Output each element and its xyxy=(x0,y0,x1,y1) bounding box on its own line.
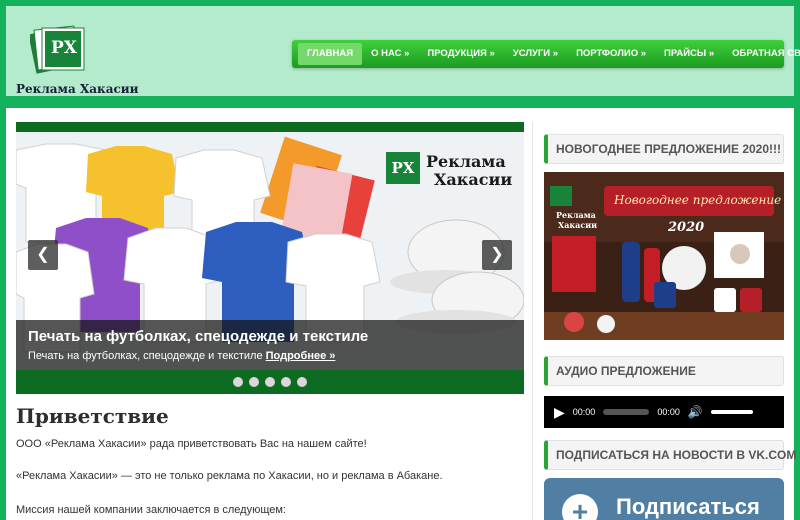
slider-dot-3[interactable] xyxy=(265,377,275,387)
slider-prev-button[interactable]: ❮ xyxy=(28,240,58,270)
promo-banner-year: 2020 xyxy=(668,220,705,235)
promo-widget-title: Новогоднее предложение 2020!!! xyxy=(544,134,784,164)
vk-subscribe-button[interactable]: + Подписаться xyxy=(544,478,784,520)
promo-logo-line1: Реклама xyxy=(556,210,596,220)
chevron-left-icon: ❮ xyxy=(36,246,50,263)
sidebar-divider xyxy=(532,122,533,520)
nav-item-about[interactable]: О нас » xyxy=(362,43,418,65)
banner-logo-line1: Реклама xyxy=(426,152,506,171)
intro-paragraph-2: «Реклама Хакасии» — это не только реклам… xyxy=(16,470,443,482)
nav-item-prices[interactable]: Прайсы » xyxy=(655,43,723,65)
promo-logo-line2: Хакасии xyxy=(558,220,598,230)
nav-item-home[interactable]: Главная xyxy=(298,43,363,65)
audio-widget-title: Аудио предложение xyxy=(544,356,784,386)
nav-item-portfolio[interactable]: Портфолио » xyxy=(567,43,655,65)
slide-caption: Печать на футболках, спецодежде и тексти… xyxy=(16,320,524,370)
slide-caption-text: Печать на футболках, спецодежде и тексти… xyxy=(28,350,335,362)
slider-pagination xyxy=(16,370,524,394)
audio-current-time: 00:00 xyxy=(572,407,596,417)
logo-monogram: РХ xyxy=(51,38,77,58)
banner-logo-line2: Хакасии xyxy=(434,170,513,189)
play-icon[interactable]: ▶ xyxy=(554,404,565,421)
site-header: РХ Реклама Хакасии Главная О нас » Проду… xyxy=(6,6,800,96)
site-name: Реклама Хакасии xyxy=(16,82,139,96)
slide-caption-title: Печать на футболках, спецодежде и тексти… xyxy=(28,328,369,345)
audio-total-time: 00:00 xyxy=(657,407,680,417)
main-nav: Главная О нас » Продукция » Услуги » Пор… xyxy=(292,40,800,68)
site-logo[interactable]: РХ xyxy=(28,20,90,80)
slider-dot-2[interactable] xyxy=(249,377,259,387)
plus-icon: + xyxy=(562,494,598,520)
slider-dot-5[interactable] xyxy=(297,377,307,387)
slider-next-button[interactable]: ❯ xyxy=(482,240,512,270)
new-year-promo-banner[interactable]: Реклама Хакасии Новогоднее предложение 2… xyxy=(544,172,784,340)
nav-item-services[interactable]: Услуги » xyxy=(504,43,567,65)
nav-item-products[interactable]: Продукция » xyxy=(418,43,503,65)
slide-caption-description: Печать на футболках, спецодежде и тексти… xyxy=(28,350,263,362)
vk-widget-title: Подписаться на новости в VK.com xyxy=(544,440,796,470)
intro-paragraph-1: ООО «Реклама Хакасии» рада приветствоват… xyxy=(16,438,367,450)
slider-dot-1[interactable] xyxy=(233,377,243,387)
page-heading: Приветствие xyxy=(16,404,169,428)
volume-slider[interactable] xyxy=(710,410,753,414)
content-area: РХ Реклама Хакасии ❮ ❯ Печать на футболк… xyxy=(6,108,796,520)
promo-banner-text: Новогоднее предложение xyxy=(614,193,782,207)
slider-top-stripe xyxy=(16,122,524,132)
slider-dot-4[interactable] xyxy=(281,377,291,387)
banner-logo-monogram: РХ xyxy=(391,159,415,177)
volume-icon[interactable]: 🔊 xyxy=(688,405,703,419)
nav-item-contact[interactable]: Обратная связь » xyxy=(723,43,800,65)
audio-progress-bar[interactable] xyxy=(603,409,650,415)
chevron-right-icon: ❯ xyxy=(490,246,504,263)
audio-player: ▶ 00:00 00:00 🔊 xyxy=(544,396,784,428)
intro-paragraph-3: Миссия нашей компании заключается в след… xyxy=(16,504,286,516)
vk-subscribe-label: Подписаться xyxy=(616,494,760,519)
image-slider[interactable]: РХ Реклама Хакасии ❮ ❯ Печать на футболк… xyxy=(16,132,524,394)
slide-read-more-link[interactable]: Подробнее » xyxy=(266,350,336,362)
